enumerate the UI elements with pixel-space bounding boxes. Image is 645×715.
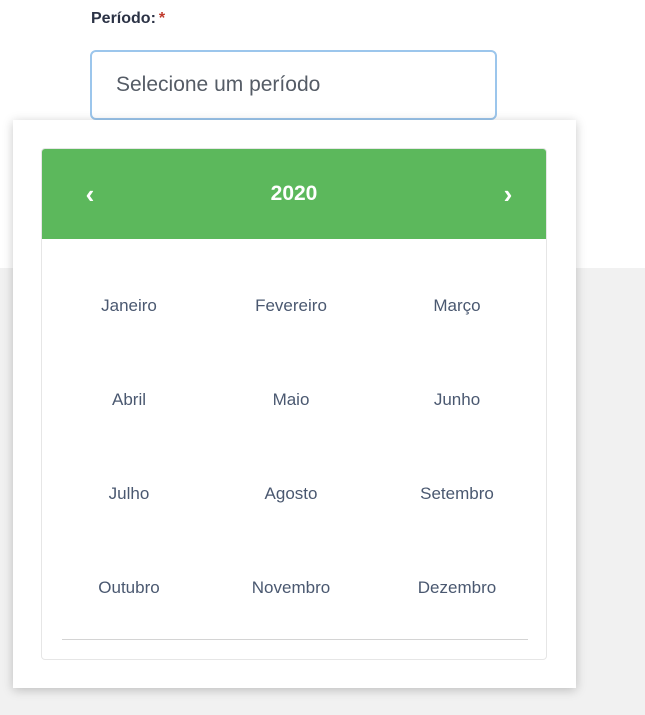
year-label[interactable]: 2020	[271, 182, 318, 206]
month-june[interactable]: Junho	[366, 353, 546, 447]
required-mark: *	[158, 10, 166, 27]
month-october[interactable]: Outubro	[42, 541, 216, 635]
chevron-left-icon: ‹	[85, 178, 95, 209]
month-january[interactable]: Janeiro	[42, 259, 216, 353]
month-july[interactable]: Julho	[42, 447, 216, 541]
month-september[interactable]: Setembro	[366, 447, 546, 541]
month-picker: ‹ 2020 › Janeiro Fevereiro Março Abril M…	[41, 148, 547, 660]
picker-divider	[62, 639, 528, 640]
month-february[interactable]: Fevereiro	[216, 259, 366, 353]
period-field-label: Período: *	[91, 10, 165, 28]
month-november[interactable]: Novembro	[216, 541, 366, 635]
picker-header: ‹ 2020 ›	[42, 149, 546, 239]
month-december[interactable]: Dezembro	[366, 541, 546, 635]
next-year-button[interactable]: ›	[478, 149, 538, 239]
month-march[interactable]: Março	[366, 259, 546, 353]
month-august[interactable]: Agosto	[216, 447, 366, 541]
month-april[interactable]: Abril	[42, 353, 216, 447]
chevron-right-icon: ›	[503, 178, 513, 209]
period-label-text: Período:	[91, 10, 156, 27]
period-input[interactable]	[90, 50, 497, 120]
previous-year-button[interactable]: ‹	[60, 149, 120, 239]
months-grid: Janeiro Fevereiro Março Abril Maio Junho…	[42, 259, 546, 635]
month-may[interactable]: Maio	[216, 353, 366, 447]
month-picker-dropdown: ‹ 2020 › Janeiro Fevereiro Março Abril M…	[13, 120, 576, 688]
page: Período:* ‹ 2020 › Janeiro Fevereiro Mar…	[0, 0, 645, 715]
